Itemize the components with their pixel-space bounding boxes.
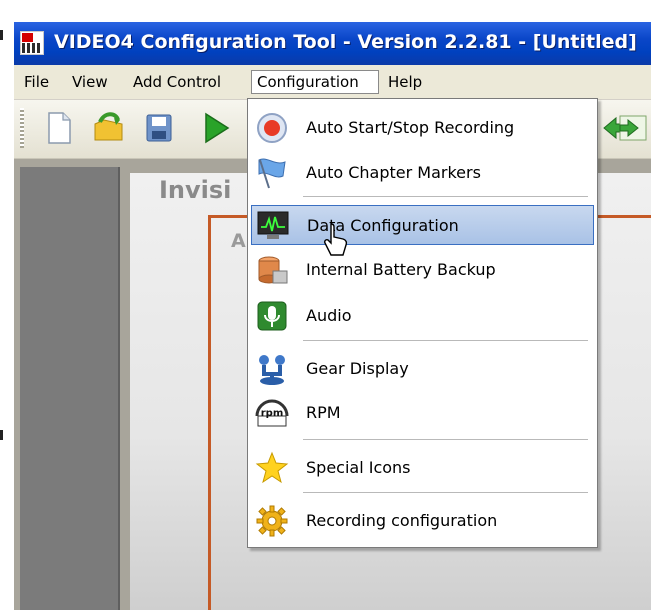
menu-view[interactable]: View (67, 70, 113, 94)
menu-separator (303, 492, 588, 494)
menu-separator (303, 196, 588, 198)
menu-item-auto-chapter-markers[interactable]: Auto Chapter Markers (251, 153, 594, 193)
star-icon (255, 451, 289, 485)
record-icon (255, 111, 289, 145)
rpm-gauge-icon: rpm (255, 396, 289, 430)
menu-item-auto-start-stop-recording[interactable]: Auto Start/Stop Recording (251, 108, 594, 148)
flag-icon (255, 156, 289, 190)
menu-separator (303, 439, 588, 441)
open-file-icon[interactable] (92, 110, 126, 146)
menu-item-internal-battery-backup[interactable]: Internal Battery Backup (251, 250, 594, 290)
menu-configuration[interactable]: Configuration (251, 70, 379, 94)
menu-bar: File View Add Control Configuration Help (14, 65, 651, 100)
configuration-dropdown: Auto Start/Stop Recording Auto Chapter M… (247, 98, 598, 548)
menu-item-label: Audio (306, 306, 352, 325)
edge-mark (0, 430, 3, 440)
menu-item-gear-display[interactable]: Gear Display (251, 349, 594, 389)
menu-item-data-configuration[interactable]: Data Configuration (251, 205, 594, 245)
menu-item-special-icons[interactable]: Special Icons (251, 448, 594, 488)
menu-item-label: Internal Battery Backup (306, 260, 496, 279)
forward-arrow-icon[interactable] (616, 110, 650, 146)
menu-item-rpm[interactable]: rpm RPM (251, 393, 594, 433)
menu-help[interactable]: Help (383, 70, 427, 94)
battery-icon (255, 253, 289, 287)
menu-item-label: Recording configuration (306, 511, 498, 530)
gear-icon (255, 504, 289, 538)
svg-text:rpm: rpm (261, 408, 284, 419)
menu-add-control[interactable]: Add Control (128, 70, 226, 94)
menu-item-label: Auto Start/Stop Recording (306, 118, 515, 137)
window-title: VIDEO4 Configuration Tool - Version 2.2.… (54, 31, 637, 53)
menu-item-label: Special Icons (306, 458, 411, 477)
menu-file[interactable]: File (19, 70, 54, 94)
menu-item-audio[interactable]: Audio (251, 296, 594, 336)
save-icon[interactable] (142, 110, 176, 146)
data-monitor-icon (256, 209, 290, 243)
canvas-overlay-title: Invisi (159, 176, 232, 204)
toolbar-grip[interactable] (20, 108, 24, 148)
menu-item-label: RPM (306, 403, 341, 422)
edge-mark (0, 30, 3, 40)
menu-item-recording-configuration[interactable]: Recording configuration (251, 501, 594, 541)
new-file-icon[interactable] (42, 110, 76, 146)
gear-shift-icon (255, 352, 289, 386)
microphone-icon (255, 299, 289, 333)
play-icon[interactable] (198, 110, 232, 146)
menu-item-label: Gear Display (306, 359, 409, 378)
title-bar[interactable]: VIDEO4 Configuration Tool - Version 2.2.… (14, 22, 651, 65)
mouse-pointer-icon (323, 223, 349, 261)
menu-separator (303, 340, 588, 342)
menu-item-label: Auto Chapter Markers (306, 163, 481, 182)
left-panel (20, 167, 120, 610)
app-icon[interactable] (20, 31, 44, 55)
